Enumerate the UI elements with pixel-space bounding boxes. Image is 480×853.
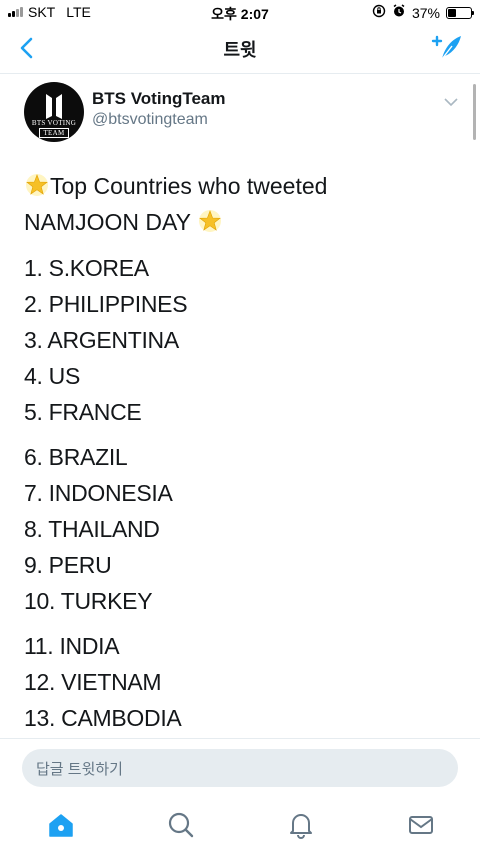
list-item: 4. US — [24, 363, 81, 389]
reply-bar: 답글 트윗하기 — [0, 738, 480, 798]
glowing-star-emoji-icon — [198, 210, 221, 232]
tab-notifications[interactable] — [286, 810, 316, 840]
list-item: 11. INDIA — [24, 633, 120, 659]
scrollbar[interactable] — [473, 84, 476, 140]
list-item: 8. THAILAND — [24, 516, 160, 542]
tweet-headline-line-2: NAMJOON DAY — [24, 204, 464, 240]
list-item: 13. CAMBODIA — [24, 705, 182, 731]
page-title: 트윗 — [223, 40, 257, 60]
list-item: 10. TURKEY — [24, 588, 153, 614]
home-icon — [49, 814, 73, 837]
ranking-group: 11. INDIA 12. VIETNAM 13. CAMBODIA — [24, 628, 464, 736]
list-item: 1. S.KOREA — [24, 255, 149, 281]
tweet-headline-line-1: Top Countries who tweeted — [24, 168, 464, 204]
list-item: 6. BRAZIL — [24, 444, 128, 470]
tweet-text: Top Countries who tweeted NAMJOON DAY 1.… — [24, 168, 464, 736]
messages-icon — [409, 816, 433, 834]
alarm-icon — [392, 4, 406, 21]
list-item: 9. PERU — [24, 552, 112, 578]
tab-home[interactable] — [46, 810, 76, 840]
compose-feather-icon — [431, 35, 461, 60]
chevron-down-icon — [444, 98, 458, 107]
status-right: 37% — [372, 4, 474, 21]
reply-input[interactable]: 답글 트윗하기 — [22, 749, 458, 787]
glowing-star-emoji-icon — [26, 174, 48, 196]
battery-percent: 37% — [411, 4, 440, 21]
avatar[interactable]: BTS VOTING TEAM — [24, 82, 84, 142]
list-item: 2. PHILIPPINES — [24, 291, 188, 317]
search-icon — [168, 812, 194, 838]
headline-text-2: NAMJOON DAY — [24, 209, 191, 235]
tweet-options-button[interactable] — [444, 94, 458, 107]
navigation-bar: 트윗 — [0, 24, 480, 74]
rotation-lock-icon — [372, 4, 386, 21]
author-display-name[interactable]: BTS VotingTeam — [92, 89, 226, 109]
avatar-text-line-2: TEAM — [39, 128, 69, 138]
list-item: 12. VIETNAM — [24, 669, 162, 695]
list-item: 7. INDONESIA — [24, 480, 173, 506]
battery-icon — [446, 6, 474, 19]
tab-search[interactable] — [166, 810, 196, 840]
ranking-list: 1. S.KOREA 2. PHILIPPINES 3. ARGENTINA 4… — [24, 250, 464, 736]
author-handle[interactable]: @btsvotingteam — [92, 111, 208, 129]
list-item: 5. FRANCE — [24, 399, 142, 425]
ranking-group: 6. BRAZIL 7. INDONESIA 8. THAILAND 9. PE… — [24, 439, 464, 619]
compose-tweet-button[interactable] — [430, 32, 464, 62]
list-item: 3. ARGENTINA — [24, 327, 179, 353]
tab-messages[interactable] — [406, 810, 436, 840]
status-bar: SKT LTE 오후 2:07 37% — [0, 0, 480, 24]
avatar-text: BTS VOTING TEAM — [24, 119, 84, 138]
ranking-group: 1. S.KOREA 2. PHILIPPINES 3. ARGENTINA 4… — [24, 250, 464, 430]
avatar-text-line-1: BTS VOTING — [31, 119, 77, 127]
headline-text-1: Top Countries who tweeted — [50, 173, 328, 199]
tab-bar — [0, 798, 480, 853]
notifications-icon — [290, 814, 312, 839]
